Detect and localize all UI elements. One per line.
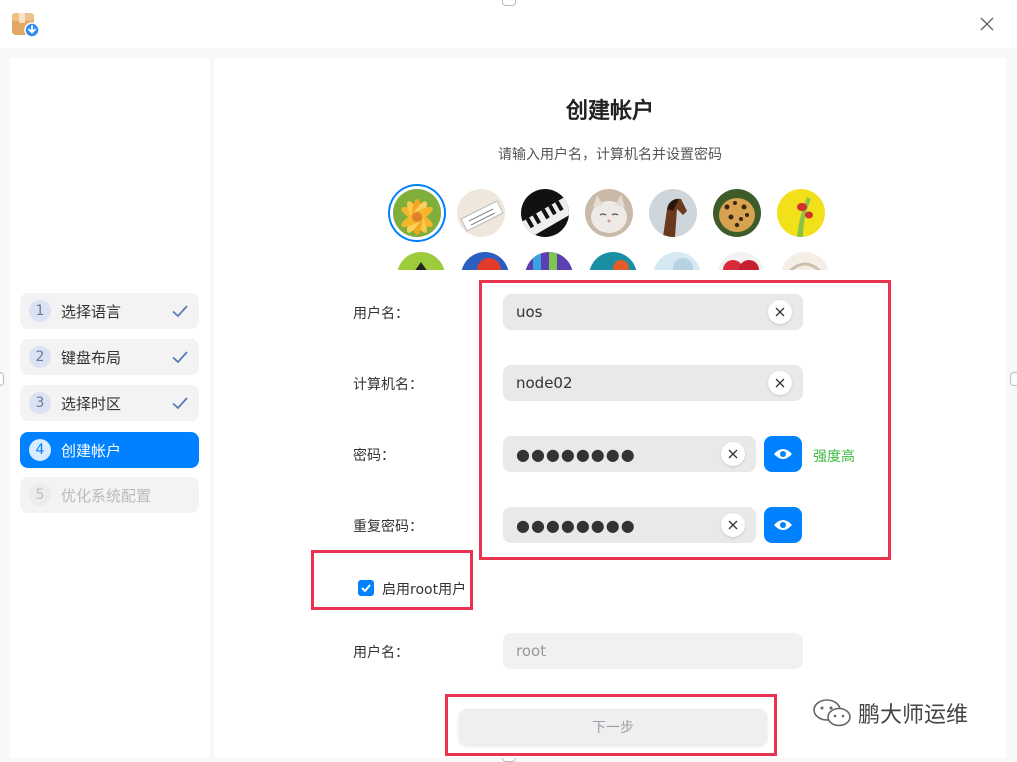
resize-handle-left[interactable] bbox=[0, 372, 4, 386]
installer-window: 1 选择语言 2 键盘布局 3 选择时区 4 创建帐户 5 优化系统配置 创建帐… bbox=[0, 0, 1017, 762]
close-button[interactable] bbox=[975, 12, 999, 36]
checkmark-icon bbox=[172, 305, 188, 318]
close-icon bbox=[980, 17, 994, 31]
step-create-account[interactable]: 4 创建帐户 bbox=[20, 432, 199, 468]
password-label: 密码： bbox=[353, 448, 395, 464]
step-keyboard-layout[interactable]: 2 键盘布局 bbox=[20, 339, 199, 375]
avatar-cat[interactable] bbox=[585, 189, 633, 237]
step-label: 创建帐户 bbox=[61, 441, 122, 460]
step-label: 选择时区 bbox=[61, 394, 122, 413]
checkmark-icon bbox=[172, 351, 188, 364]
wechat-icon bbox=[813, 699, 851, 727]
step-timezone[interactable]: 3 选择时区 bbox=[20, 385, 199, 421]
step-label: 键盘布局 bbox=[61, 348, 122, 367]
installer-icon bbox=[11, 10, 40, 38]
highlight-box-root bbox=[311, 550, 473, 610]
avatar-parrot[interactable] bbox=[461, 252, 509, 270]
avatar-notebook[interactable] bbox=[457, 189, 505, 237]
step-select-language[interactable]: 1 选择语言 bbox=[20, 293, 199, 329]
repeat-password-label: 重复密码： bbox=[353, 519, 423, 535]
page-title: 创建帐户 bbox=[565, 99, 654, 124]
avatar-sky[interactable] bbox=[653, 252, 701, 270]
page-subtitle: 请输入用户名，计算机名并设置密码 bbox=[498, 147, 722, 163]
watermark-text: 鹏大师运维 bbox=[858, 703, 969, 728]
avatar-butterfly[interactable] bbox=[397, 252, 445, 270]
resize-handle-right[interactable] bbox=[1010, 372, 1017, 386]
step-number: 4 bbox=[29, 439, 51, 461]
root-username-input: root bbox=[503, 633, 803, 669]
step-label: 选择语言 bbox=[61, 302, 122, 321]
avatar-balloon[interactable] bbox=[525, 252, 573, 270]
watermark: 鹏大师运维 bbox=[812, 697, 968, 729]
avatar-roses[interactable] bbox=[717, 252, 765, 270]
avatar-leopard[interactable] bbox=[713, 189, 761, 237]
step-number: 5 bbox=[29, 484, 51, 506]
step-number: 3 bbox=[29, 392, 51, 414]
hostname-label: 计算机名： bbox=[353, 377, 423, 393]
root-username-value: root bbox=[516, 642, 547, 660]
step-optimize-config: 5 优化系统配置 bbox=[20, 477, 199, 513]
highlight-box-next bbox=[445, 694, 777, 756]
step-number: 2 bbox=[29, 346, 51, 368]
resize-handle-top[interactable] bbox=[502, 0, 516, 6]
username-label: 用户名： bbox=[353, 306, 409, 322]
step-label: 优化系统配置 bbox=[61, 486, 152, 505]
step-number: 1 bbox=[29, 300, 51, 322]
avatar-piano[interactable] bbox=[521, 189, 569, 237]
highlight-box-fields bbox=[479, 280, 891, 560]
steps-sidebar: 1 选择语言 2 键盘布局 3 选择时区 4 创建帐户 5 优化系统配置 bbox=[10, 58, 210, 758]
avatar-bird[interactable] bbox=[589, 252, 637, 270]
title-bar bbox=[0, 0, 1017, 48]
avatar-flower[interactable] bbox=[393, 189, 441, 237]
avatar-horse[interactable] bbox=[649, 189, 697, 237]
avatar-row-2 bbox=[390, 244, 830, 270]
avatar-ladybug[interactable] bbox=[777, 189, 825, 237]
root-username-label: 用户名： bbox=[353, 645, 409, 661]
checkmark-icon bbox=[172, 397, 188, 410]
avatar-feather[interactable] bbox=[781, 252, 829, 270]
